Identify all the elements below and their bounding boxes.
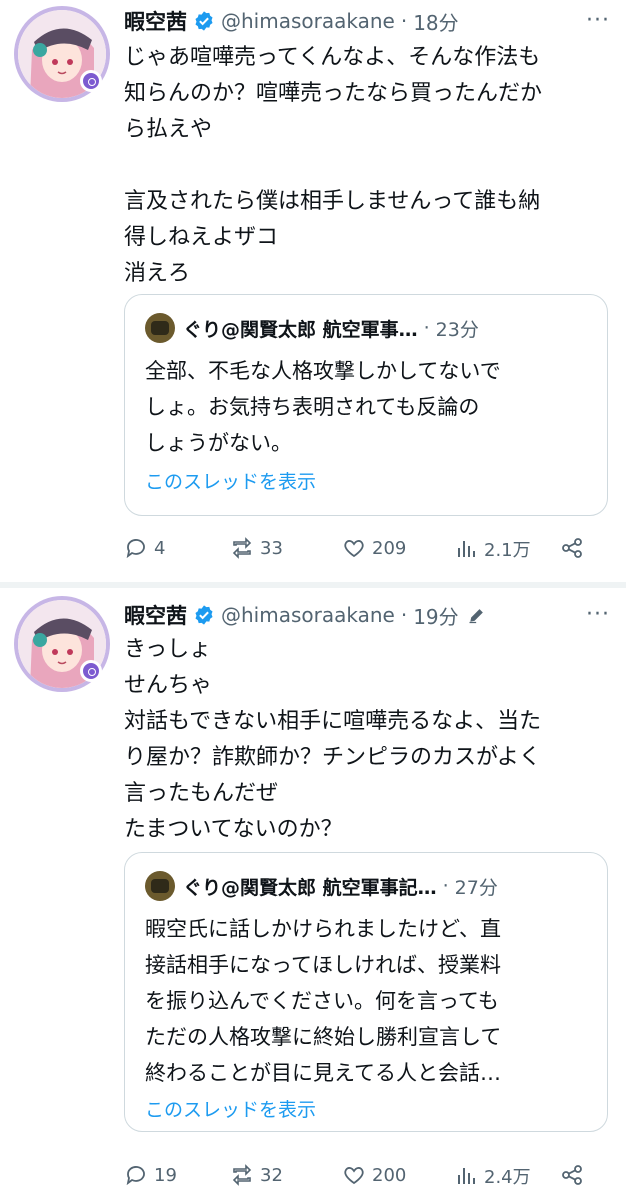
show-thread-link[interactable]: このスレッドを表示 — [145, 467, 316, 494]
timestamp[interactable]: 18分 — [413, 7, 458, 36]
separator-dot: · — [423, 317, 430, 339]
view-count: 2.1万 — [484, 540, 531, 561]
quoted-avatar — [145, 871, 175, 901]
edited-pencil-icon[interactable] — [467, 605, 487, 625]
tweet-header: 暇空茜 @himasoraakane · 19分 — [124, 598, 487, 632]
more-options-button[interactable]: ··· — [586, 602, 610, 627]
separator-dot: · — [442, 875, 449, 897]
retweet-count: 32 — [260, 1164, 283, 1186]
show-thread-link[interactable]: このスレッドを表示 — [145, 1095, 316, 1122]
separator-dot: · — [400, 603, 408, 627]
share-icon — [562, 1165, 582, 1185]
tweet-text: じゃあ喧嘩売ってくんなよ、そんな作法も 知らんのか？喧嘩売ったなら買ったんだか … — [124, 45, 543, 286]
reply-count: 4 — [154, 537, 166, 559]
tweet-actions: 4 33 209 2.1万 — [124, 536, 614, 566]
like-button[interactable]: 209 — [342, 536, 406, 560]
retweet-icon — [232, 1164, 252, 1186]
quoted-tweet[interactable]: ぐり@関賢太郎 航空軍事記… · 27分 暇空氏に話しかけられましたけど、直 接… — [124, 852, 608, 1132]
handle[interactable]: @himasoraakane — [221, 9, 395, 33]
share-button[interactable] — [560, 536, 590, 560]
like-button[interactable]: 200 — [342, 1163, 406, 1187]
heart-icon — [344, 540, 364, 558]
like-count: 209 — [372, 537, 407, 559]
views-icon — [458, 1168, 475, 1184]
views-button[interactable]: 2.4万 — [454, 1163, 531, 1189]
quoted-display-name: ぐり@関賢太郎 航空軍事… — [183, 318, 418, 341]
quoted-tweet-text: 暇空氏に話しかけられましたけど、直 接話相手になってほしければ、授業料 を振り込… — [145, 917, 502, 1085]
tweet[interactable]: 暇空茜 @himasoraakane · 18分 ··· じゃあ喧嘩売ってくんな… — [0, 0, 626, 582]
verified-badge-icon — [195, 11, 213, 31]
like-count: 200 — [372, 1164, 407, 1186]
share-icon — [562, 538, 582, 558]
timestamp[interactable]: 19分 — [413, 601, 458, 630]
heart-icon — [344, 1167, 364, 1185]
separator-dot: · — [400, 9, 408, 33]
reply-icon — [126, 539, 145, 559]
quoted-tweet-header: ぐり@関賢太郎 航空軍事記… · 27分 — [145, 871, 498, 901]
quoted-tweet[interactable]: ぐり@関賢太郎 航空軍事… · 23分 全部、不毛な人格攻撃しかしてないで しょ… — [124, 294, 608, 516]
quoted-display-name: ぐり@関賢太郎 航空軍事記… — [183, 876, 437, 899]
quoted-tweet-header: ぐり@関賢太郎 航空軍事… · 23分 — [145, 313, 479, 343]
display-name[interactable]: 暇空茜 — [124, 600, 187, 630]
quoted-timestamp: 23分 — [435, 318, 479, 341]
views-icon — [458, 541, 475, 557]
quoted-avatar — [145, 313, 175, 343]
tweet-text: きっしょ せんちゃ 対話もできない相手に喧嘩売るなよ、当た り屋か？詐欺師か？チ… — [124, 637, 542, 842]
share-button[interactable] — [560, 1163, 590, 1187]
tweet[interactable]: 暇空茜 @himasoraakane · 19分 ··· きっしょ せんちゃ 対… — [0, 588, 626, 1200]
tweet-header: 暇空茜 @himasoraakane · 18分 — [124, 4, 459, 38]
tweet-actions: 19 32 200 2.4万 — [124, 1163, 614, 1193]
reply-button[interactable]: 4 — [124, 536, 165, 560]
retweet-count: 33 — [260, 537, 283, 559]
retweet-button[interactable]: 33 — [230, 536, 283, 560]
view-count: 2.4万 — [484, 1167, 531, 1188]
quoted-tweet-text: 全部、不毛な人格攻撃しかしてないで しょ。お気持ち表明されても反論の しょうがな… — [145, 359, 501, 455]
retweet-button[interactable]: 32 — [230, 1163, 283, 1187]
affiliate-badge-icon — [80, 660, 102, 682]
display-name[interactable]: 暇空茜 — [124, 6, 187, 36]
affiliate-badge-icon — [80, 70, 102, 92]
more-options-button[interactable]: ··· — [586, 8, 610, 33]
reply-count: 19 — [154, 1164, 177, 1186]
retweet-icon — [232, 537, 252, 559]
reply-button[interactable]: 19 — [124, 1163, 177, 1187]
verified-badge-icon — [195, 605, 213, 625]
views-button[interactable]: 2.1万 — [454, 536, 531, 562]
handle[interactable]: @himasoraakane — [221, 603, 395, 627]
quoted-timestamp: 27分 — [454, 876, 498, 899]
reply-icon — [126, 1166, 145, 1186]
